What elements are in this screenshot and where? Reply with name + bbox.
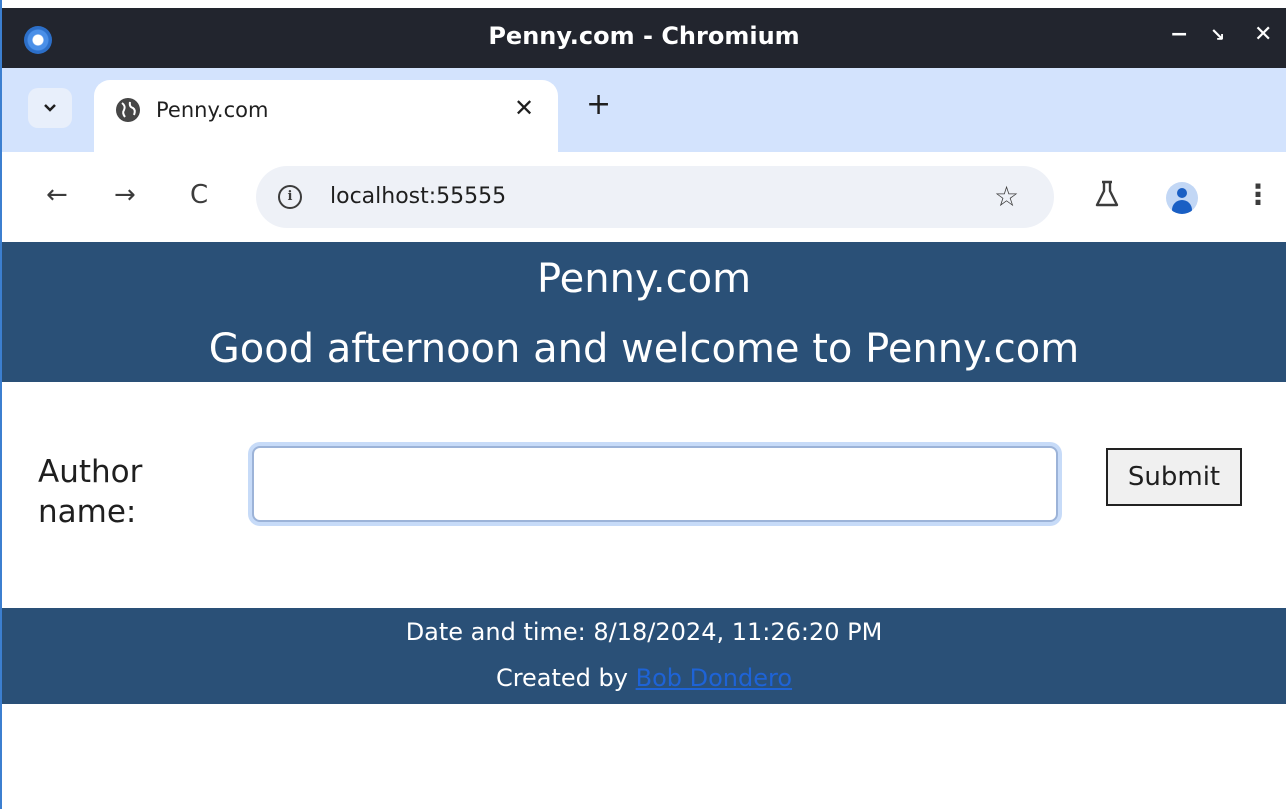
author-name-label: Author name: — [38, 454, 143, 530]
browser-toolbar: ← → C i localhost:55555 ☆ ⋮ — [2, 152, 1286, 242]
globe-icon — [116, 98, 140, 122]
new-tab-button[interactable]: + — [586, 90, 611, 120]
url-text[interactable]: localhost:55555 — [330, 184, 506, 209]
close-window-button[interactable]: ✕ — [1254, 22, 1272, 47]
address-bar[interactable]: i localhost:55555 ☆ — [256, 166, 1054, 228]
page-header: Penny.com Good afternoon and welcome to … — [2, 242, 1286, 382]
tab-strip: Penny.com ✕ + — [2, 68, 1286, 152]
labs-flask-icon[interactable] — [1094, 180, 1120, 215]
created-by-prefix: Created by — [495, 664, 628, 692]
back-button[interactable]: ← — [46, 180, 68, 210]
tab-close-icon[interactable]: ✕ — [514, 94, 534, 122]
title-bar: Penny.com - Chromium − ↘ ✕ — [2, 8, 1286, 68]
created-by-line: Created by Bob Dondero — [2, 664, 1286, 692]
minimize-button[interactable]: − — [1170, 22, 1188, 47]
author-link[interactable]: Bob Dondero — [636, 664, 792, 692]
forward-button[interactable]: → — [114, 180, 136, 210]
maximize-button[interactable]: ↘ — [1210, 25, 1225, 46]
chevron-down-icon — [44, 104, 56, 112]
site-name: Penny.com — [536, 256, 752, 302]
site-info-icon[interactable]: i — [278, 185, 302, 209]
tab-search-button[interactable] — [28, 88, 72, 128]
submit-button[interactable]: Submit — [1106, 448, 1242, 506]
reload-button[interactable]: C — [190, 180, 208, 210]
author-name-input[interactable] — [252, 446, 1058, 522]
date-time-text: Date and time: 8/18/2024, 11:26:20 PM — [405, 618, 883, 646]
profile-avatar-icon[interactable] — [1166, 182, 1198, 214]
browser-window: Penny.com - Chromium − ↘ ✕ Penny.com ✕ +… — [0, 0, 1286, 809]
welcome-message: Good afternoon and welcome to Penny.com — [208, 326, 1080, 372]
page-footer: Date and time: 8/18/2024, 11:26:20 PM Cr… — [2, 608, 1286, 704]
author-form: Author name: Submit — [2, 382, 1286, 608]
bookmark-star-icon[interactable]: ☆ — [994, 180, 1019, 213]
window-title: Penny.com - Chromium — [488, 22, 800, 50]
menu-kebab-icon[interactable]: ⋮ — [1244, 178, 1272, 211]
tab-penny[interactable]: Penny.com ✕ — [94, 80, 558, 152]
tab-title: Penny.com — [156, 98, 269, 122]
window-top-edge — [2, 0, 1286, 8]
